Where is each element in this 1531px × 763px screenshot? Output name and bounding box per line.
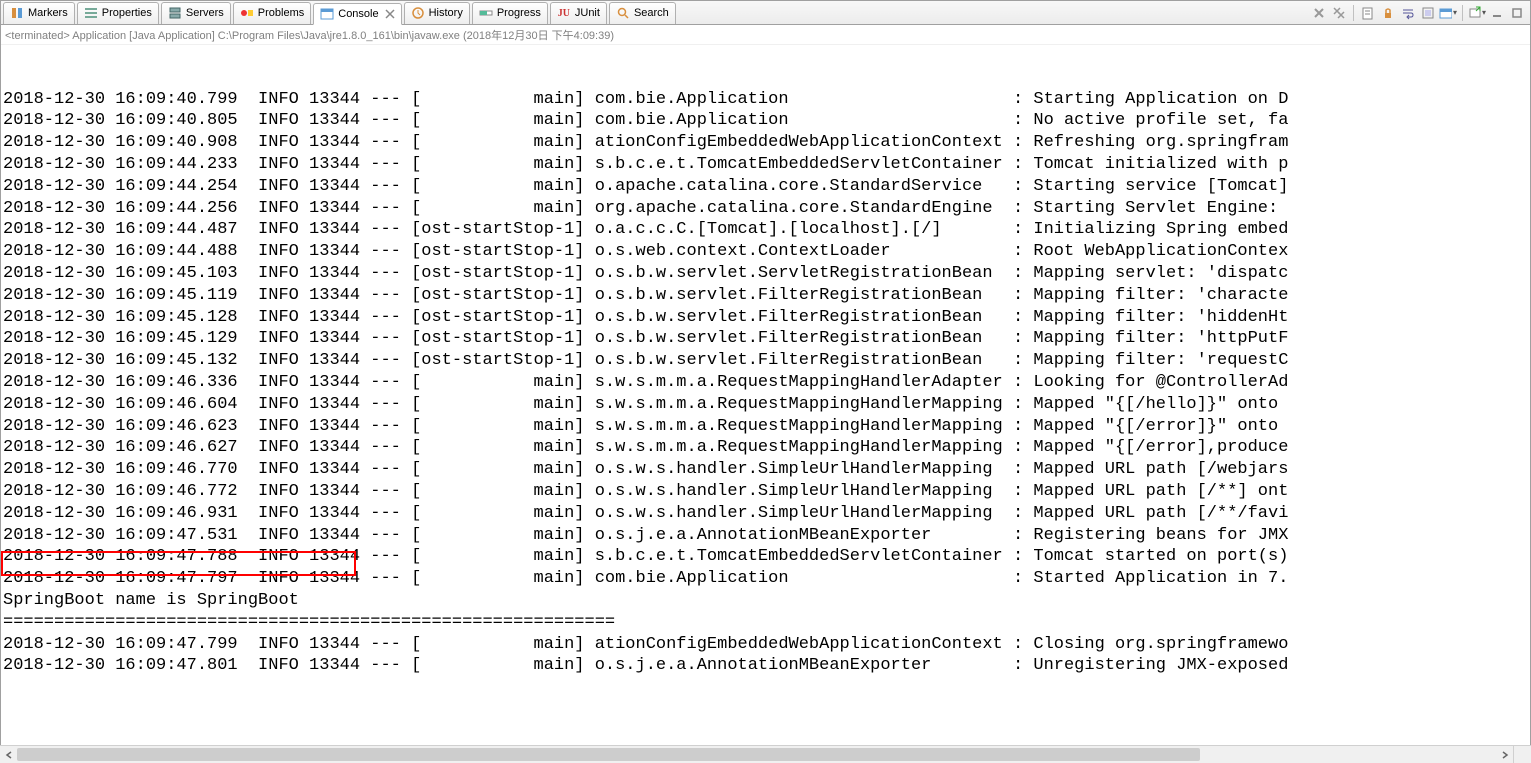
log-line: 2018-12-30 16:09:47.799 INFO 13344 --- [… — [3, 634, 1528, 656]
search-icon — [616, 6, 630, 20]
junit-icon: JU — [557, 6, 571, 20]
log-line: 2018-12-30 16:09:40.908 INFO 13344 --- [… — [3, 132, 1528, 154]
servers-icon — [168, 6, 182, 20]
log-line: 2018-12-30 16:09:45.129 INFO 13344 --- [… — [3, 328, 1528, 350]
scroll-left-arrow[interactable] — [0, 746, 17, 763]
log-line: SpringBoot name is SpringBoot — [3, 590, 1528, 612]
console-output[interactable]: 2018-12-30 16:09:40.799 INFO 13344 --- [… — [1, 45, 1530, 745]
tab-label: Search — [634, 7, 669, 19]
horizontal-scrollbar[interactable] — [0, 745, 1513, 763]
tab-junit[interactable]: JU JUnit — [550, 2, 607, 24]
log-line: 2018-12-30 16:09:47.788 INFO 13344 --- [… — [3, 546, 1528, 568]
clear-console-button[interactable] — [1359, 4, 1377, 22]
console-icon — [320, 7, 334, 21]
toolbar-separator — [1462, 5, 1463, 21]
log-line: 2018-12-30 16:09:47.531 INFO 13344 --- [… — [3, 525, 1528, 547]
remove-launch-button[interactable] — [1310, 4, 1328, 22]
log-line: 2018-12-30 16:09:40.805 INFO 13344 --- [… — [3, 110, 1528, 132]
tab-progress[interactable]: Progress — [472, 2, 548, 24]
toolbar-separator — [1353, 5, 1354, 21]
log-line: 2018-12-30 16:09:47.797 INFO 13344 --- [… — [3, 568, 1528, 590]
tab-problems[interactable]: Problems — [233, 2, 311, 24]
problems-icon — [240, 6, 254, 20]
tab-label: Console — [338, 8, 378, 20]
log-line: ========================================… — [3, 612, 1528, 634]
log-line: 2018-12-30 16:09:46.772 INFO 13344 --- [… — [3, 481, 1528, 503]
status-text: <terminated> Application [Java Applicati… — [5, 27, 614, 43]
log-line: 2018-12-30 16:09:44.233 INFO 13344 --- [… — [3, 154, 1528, 176]
log-line: 2018-12-30 16:09:46.770 INFO 13344 --- [… — [3, 459, 1528, 481]
close-icon[interactable] — [385, 9, 395, 19]
log-line: 2018-12-30 16:09:44.254 INFO 13344 --- [… — [3, 176, 1528, 198]
log-line: 2018-12-30 16:09:40.799 INFO 13344 --- [… — [3, 89, 1528, 111]
log-line: 2018-12-30 16:09:45.128 INFO 13344 --- [… — [3, 307, 1528, 329]
log-line: 2018-12-30 16:09:46.336 INFO 13344 --- [… — [3, 372, 1528, 394]
log-line: 2018-12-30 16:09:46.604 INFO 13344 --- [… — [3, 394, 1528, 416]
open-console-button[interactable]: ▾ — [1468, 4, 1486, 22]
scroll-lock-button[interactable] — [1379, 4, 1397, 22]
tab-label: Progress — [497, 7, 541, 19]
log-line: 2018-12-30 16:09:44.256 INFO 13344 --- [… — [3, 198, 1528, 220]
log-line: 2018-12-30 16:09:47.801 INFO 13344 --- [… — [3, 655, 1528, 677]
history-icon — [411, 6, 425, 20]
tab-search[interactable]: Search — [609, 2, 676, 24]
tab-label: JUnit — [575, 7, 600, 19]
tab-history[interactable]: History — [404, 2, 470, 24]
scrollbar-track[interactable] — [17, 746, 1496, 763]
launch-status: <terminated> Application [Java Applicati… — [1, 25, 1530, 45]
console-toolbar: ▾ ▾ — [1310, 4, 1530, 22]
markers-icon — [10, 6, 24, 20]
log-line: 2018-12-30 16:09:44.487 INFO 13344 --- [… — [3, 219, 1528, 241]
tab-bar: Markers Properties Servers Problems Cons… — [1, 1, 1530, 25]
tab-servers[interactable]: Servers — [161, 2, 231, 24]
log-line: 2018-12-30 16:09:45.119 INFO 13344 --- [… — [3, 285, 1528, 307]
scrollbar-corner — [1513, 745, 1531, 763]
tab-console[interactable]: Console — [313, 3, 401, 25]
properties-icon — [84, 6, 98, 20]
progress-icon — [479, 6, 493, 20]
tab-label: Problems — [258, 7, 304, 19]
scrollbar-thumb[interactable] — [17, 748, 1200, 761]
log-line: 2018-12-30 16:09:45.103 INFO 13344 --- [… — [3, 263, 1528, 285]
remove-all-button[interactable] — [1330, 4, 1348, 22]
minimize-button[interactable] — [1488, 4, 1506, 22]
maximize-button[interactable] — [1508, 4, 1526, 22]
tab-label: Servers — [186, 7, 224, 19]
log-line: 2018-12-30 16:09:46.931 INFO 13344 --- [… — [3, 503, 1528, 525]
display-selected-console-button[interactable]: ▾ — [1439, 4, 1457, 22]
log-line: 2018-12-30 16:09:44.488 INFO 13344 --- [… — [3, 241, 1528, 263]
tab-markers[interactable]: Markers — [3, 2, 75, 24]
pin-console-button[interactable] — [1419, 4, 1437, 22]
log-line: 2018-12-30 16:09:46.627 INFO 13344 --- [… — [3, 437, 1528, 459]
log-line: 2018-12-30 16:09:46.623 INFO 13344 --- [… — [3, 416, 1528, 438]
scroll-right-arrow[interactable] — [1496, 746, 1513, 763]
log-line: 2018-12-30 16:09:45.132 INFO 13344 --- [… — [3, 350, 1528, 372]
tab-label: Markers — [28, 7, 68, 19]
tab-label: Properties — [102, 7, 152, 19]
tab-label: History — [429, 7, 463, 19]
tab-properties[interactable]: Properties — [77, 2, 159, 24]
word-wrap-button[interactable] — [1399, 4, 1417, 22]
